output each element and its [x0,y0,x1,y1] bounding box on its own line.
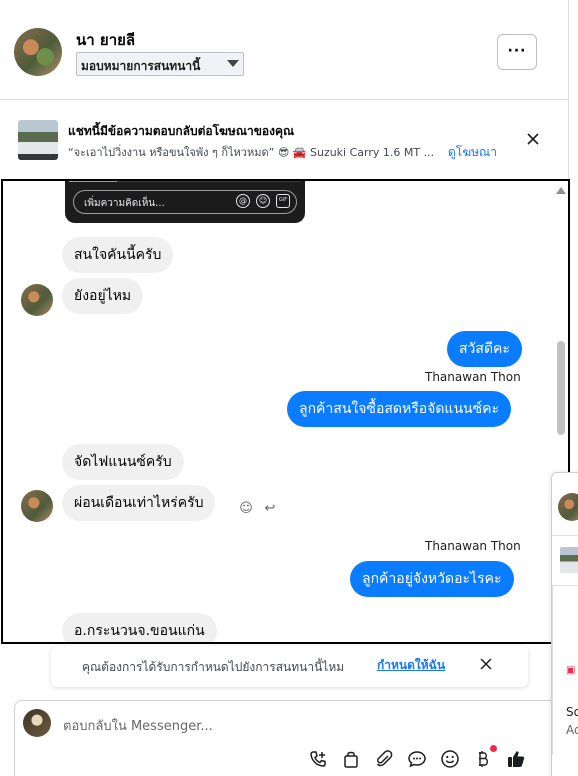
message-bubble[interactable]: สวัสดีคะ [447,331,522,367]
sender-name: Thanawan Thon [425,539,521,553]
emoji-icon[interactable] [440,749,460,769]
adjacent-conversation-panel[interactable]: ▣ So Ad [551,472,578,776]
side-text-line: So [566,705,578,719]
side-badge-icon: ▣ [566,665,576,676]
contact-avatar[interactable] [14,28,62,76]
sender-name: Thanawan Thon [425,370,521,384]
at-icon[interactable]: @ [236,194,250,208]
emoji-icon[interactable]: ☺ [256,194,270,208]
phone-add-icon[interactable] [308,749,328,769]
composer-toolbar [308,745,526,769]
ad-banner-subtitle: “จะเอาไปวิ่งงาน หรือขนใจพัง ๆ ก็ไหวหมด” … [68,146,435,159]
message-bubble[interactable]: ยังอยู่ไหม [62,278,144,314]
assign-to-me-link[interactable]: กำหนดให้ฉัน [377,656,445,675]
contact-name[interactable]: นา ยายลี [76,28,135,52]
page-avatar [23,709,51,737]
ad-reply-banner: แชทนี้มีข้อความตอบกลับต่อโฆษณาของคุณ “จะ… [0,100,568,180]
ad-thumbnail[interactable] [18,120,58,160]
sender-avatar[interactable] [21,284,53,316]
thumbs-up-icon[interactable] [506,749,526,769]
react-emoji-icon[interactable]: ☺ [238,501,254,517]
sender-avatar[interactable] [21,490,53,522]
more-dots-icon: ··· [507,43,527,59]
message-bubble[interactable]: อ.กระนวนจ.ขอนแก่น [62,613,217,642]
more-options-button[interactable]: ··· [497,34,537,70]
close-icon[interactable] [524,130,542,148]
assign-question: คุณต้องการได้รับการกำหนดไปยังการสนทนานี้… [82,660,345,674]
saved-reply-icon[interactable] [407,749,427,769]
message-bubble[interactable]: จัดไฟแนนซ์ครับ [62,444,184,480]
message-bubble[interactable]: ผ่อนเดือนเท่าไหร่ครับ [62,485,216,521]
message-bubble[interactable]: ลูกค้าสนใจซื้อสดหรือจัดแนนซ์คะ [287,391,511,427]
side-text-line: Ad [566,723,578,737]
assign-dropdown-label: มอบหมายการสนทนานี้ [81,59,201,73]
caret-down-icon [227,60,239,67]
message-composer: ตอบกลับใน Messenger... [14,700,562,776]
message-actions: ☺ ↩ [238,501,278,517]
reply-input[interactable]: ตอบกลับใน Messenger... [63,715,213,736]
view-ad-link[interactable]: ดูโฆษณา [448,143,497,162]
close-icon[interactable] [479,657,493,671]
message-bubble[interactable]: สนใจคันนี้ครับ [62,237,174,273]
reply-arrow-icon[interactable]: ↩ [262,501,278,517]
story-comment-input[interactable]: เพิ่มความคิดเห็น... @ ☺ GIF [73,190,297,214]
assign-conversation-dropdown[interactable]: มอบหมายการสนทนานี้ [76,52,244,76]
notification-dot [490,745,497,752]
story-reply-card: เพิ่มความคิดเห็น... @ ☺ GIF [65,181,305,223]
side-divider [552,535,578,536]
baht-payment-icon[interactable] [473,745,497,769]
story-comment-placeholder: เพิ่มความคิดเห็น... [84,198,165,209]
assign-suggestion-bar: คุณต้องการได้รับการกำหนดไปยังการสนทนานี้… [51,646,528,687]
message-thread[interactable]: เพิ่มความคิดเห็น... @ ☺ GIF สนใจคันนี้คร… [1,179,570,644]
ad-banner-title: แชทนี้มีข้อความตอบกลับต่อโฆษณาของคุณ [68,124,295,138]
scroll-thumb[interactable] [557,341,565,435]
conversation-header: นา ยายลี มอบหมายการสนทนานี้ ··· [0,0,568,100]
shopping-bag-icon[interactable] [341,749,361,769]
attach-icon[interactable] [374,749,394,769]
side-ad-thumbnail[interactable] [560,547,578,573]
side-contact-avatar[interactable] [558,493,578,521]
story-progress-bar [69,181,301,182]
gif-icon[interactable]: GIF [276,194,290,208]
scroll-up-arrow-icon[interactable] [556,187,566,194]
message-bubble[interactable]: ลูกค้าอยู่จังหวัดอะไรคะ [350,561,514,597]
